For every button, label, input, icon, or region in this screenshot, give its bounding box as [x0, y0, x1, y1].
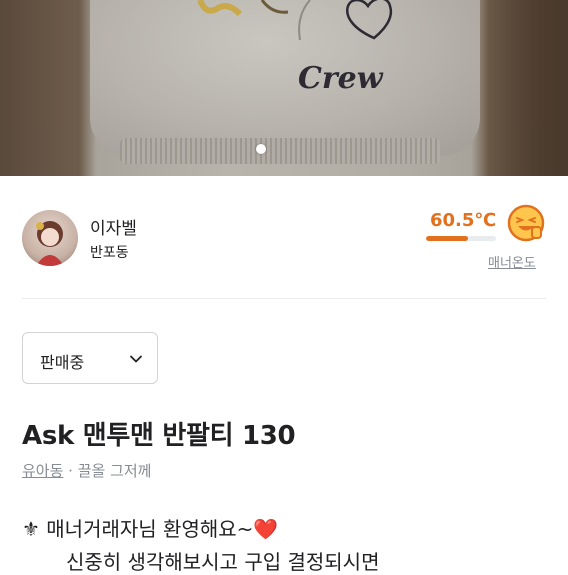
- seller-name[interactable]: 이자벨: [90, 214, 137, 239]
- temperature-fill: [426, 236, 468, 241]
- product-photo[interactable]: Crew: [0, 0, 568, 176]
- sale-status-value: 판매중: [40, 353, 85, 372]
- photo-pager-dot[interactable]: [256, 144, 266, 154]
- avatar[interactable]: [22, 210, 78, 266]
- meta-separator: ·: [63, 462, 78, 480]
- divider: [22, 298, 546, 299]
- sale-status-select[interactable]: 판매중: [22, 332, 158, 384]
- description-line: 신중히 생각해보시고 구입 결정되시면: [66, 550, 380, 574]
- bump-time: 끌올 그저께: [77, 462, 152, 480]
- crew-print-text: Crew: [298, 61, 384, 96]
- smiling-face-icon: [507, 204, 545, 242]
- sweater-print: Crew: [197, 0, 393, 96]
- category-link[interactable]: 유아동: [22, 462, 63, 480]
- manner-temperature: 60.5℃: [430, 210, 497, 231]
- temperature-bar: [426, 236, 496, 241]
- seller-profile[interactable]: 이자벨 반포동 60.5℃ 매너온도: [0, 176, 568, 298]
- seller-location: 반포동: [90, 245, 129, 261]
- avatar-image: [36, 221, 64, 266]
- chevron-down-icon: [130, 355, 142, 363]
- description-line: ⚜ 매너거래자님 환영해요~❤️: [22, 517, 279, 541]
- listing-meta: 유아동 · 끌올 그저께: [22, 460, 152, 481]
- manner-temperature-link[interactable]: 매너온도: [488, 252, 536, 271]
- listing-title: Ask 맨투맨 반팔티 130: [22, 421, 296, 451]
